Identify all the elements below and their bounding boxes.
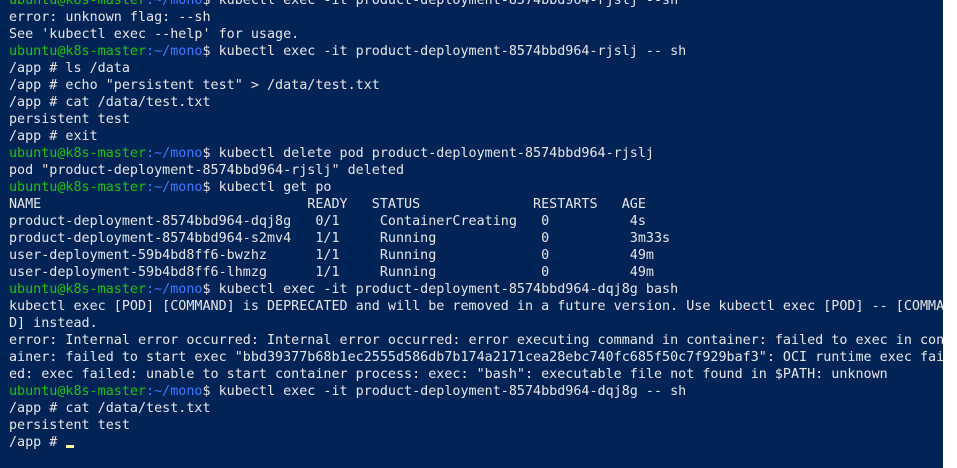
output-line: /app # echo "persistent test" > /data/te… — [9, 77, 943, 94]
output-text: product-deployment-8574bbd964-dqj8g 0/1 … — [9, 214, 646, 229]
output-line: D] instead. — [9, 315, 943, 332]
terminal-output[interactable]: ubuntu@k8s-master:~/mono$ kubectl exec -… — [9, 0, 943, 451]
output-text: user-deployment-59b4bd8ff6-bwzhz 1/1 Run… — [9, 248, 654, 263]
output-text: /app # exit — [9, 129, 98, 144]
prompt-path: :~/mono — [146, 384, 203, 399]
output-text: /app # cat /data/test.txt — [9, 95, 211, 110]
output-line: /app # ls /data — [9, 60, 943, 77]
prompt-path: :~/mono — [146, 146, 203, 161]
prompt-path: :~/mono — [146, 0, 203, 8]
prompt-line: ubuntu@k8s-master:~/mono$ kubectl exec -… — [9, 281, 943, 298]
text-cursor — [66, 445, 75, 448]
vertical-scrollbar[interactable] — [943, 0, 957, 468]
shell-prompt: /app # — [9, 435, 66, 450]
active-input-line[interactable]: /app # — [9, 434, 943, 451]
output-line: persistent test — [9, 111, 943, 128]
output-text: product-deployment-8574bbd964-s2mv4 1/1 … — [9, 231, 671, 246]
output-text: persistent test — [9, 418, 130, 433]
prompt-path: :~/mono — [146, 180, 203, 195]
output-text: /app # ls /data — [9, 61, 130, 76]
output-line: pod "product-deployment-8574bbd964-rjslj… — [9, 162, 943, 179]
output-line: /app # cat /data/test.txt — [9, 94, 943, 111]
output-text: error: Internal error occurred: Internal… — [9, 333, 943, 348]
prompt-command: $ kubectl exec -it product-deployment-85… — [202, 44, 687, 59]
output-line: ed: exec failed: unable to start contain… — [9, 366, 943, 383]
output-line: See 'kubectl exec --help' for usage. — [9, 26, 943, 43]
prompt-line: ubuntu@k8s-master:~/mono$ kubectl delete… — [9, 145, 943, 162]
prompt-command: $ kubectl exec -it product-deployment-85… — [202, 384, 687, 399]
output-text: user-deployment-59b4bd8ff6-lhmzg 1/1 Run… — [9, 265, 654, 280]
scrollbar-thumb[interactable] — [944, 0, 956, 310]
prompt-line: ubuntu@k8s-master:~/mono$ kubectl get po — [9, 179, 943, 196]
output-text: /app # cat /data/test.txt — [9, 401, 211, 416]
prompt-user-host: ubuntu@k8s-master — [9, 180, 147, 195]
prompt-command: $ kubectl exec -it product-deployment-85… — [202, 0, 679, 8]
output-text: NAME READY STATUS RESTARTS AGE — [9, 197, 646, 212]
prompt-line: ubuntu@k8s-master:~/mono$ kubectl exec -… — [9, 383, 943, 400]
prompt-command: $ kubectl exec -it product-deployment-85… — [202, 282, 679, 297]
output-text: /app # echo "persistent test" > /data/te… — [9, 78, 380, 93]
prompt-user-host: ubuntu@k8s-master — [9, 384, 147, 399]
prompt-user-host: ubuntu@k8s-master — [9, 0, 147, 8]
output-line: error: unknown flag: --sh — [9, 9, 943, 26]
prompt-line: ubuntu@k8s-master:~/mono$ kubectl exec -… — [9, 0, 943, 9]
prompt-command: $ kubectl get po — [202, 180, 332, 195]
prompt-path: :~/mono — [146, 44, 203, 59]
prompt-line: ubuntu@k8s-master:~/mono$ kubectl exec -… — [9, 43, 943, 60]
output-text: kubectl exec [POD] [COMMAND] is DEPRECAT… — [9, 299, 943, 314]
prompt-user-host: ubuntu@k8s-master — [9, 44, 147, 59]
output-line: ainer: failed to start exec "bbd39377b68… — [9, 349, 943, 366]
output-line: product-deployment-8574bbd964-s2mv4 1/1 … — [9, 230, 943, 247]
output-line: kubectl exec [POD] [COMMAND] is DEPRECAT… — [9, 298, 943, 315]
output-text: See 'kubectl exec --help' for usage. — [9, 27, 300, 42]
output-line: product-deployment-8574bbd964-dqj8g 0/1 … — [9, 213, 943, 230]
output-text: D] instead. — [9, 316, 98, 331]
prompt-command: $ kubectl delete pod product-deployment-… — [202, 146, 654, 161]
output-line: /app # cat /data/test.txt — [9, 400, 943, 417]
output-text: error: unknown flag: --sh — [9, 10, 211, 25]
output-line: persistent test — [9, 417, 943, 434]
output-line: error: Internal error occurred: Internal… — [9, 332, 943, 349]
output-text: persistent test — [9, 112, 130, 127]
output-line: user-deployment-59b4bd8ff6-bwzhz 1/1 Run… — [9, 247, 943, 264]
output-text: ed: exec failed: unable to start contain… — [9, 367, 888, 382]
prompt-path: :~/mono — [146, 282, 203, 297]
output-text: pod "product-deployment-8574bbd964-rjslj… — [9, 163, 405, 178]
output-line: NAME READY STATUS RESTARTS AGE — [9, 196, 943, 213]
output-line: user-deployment-59b4bd8ff6-lhmzg 1/1 Run… — [9, 264, 943, 281]
terminal-window[interactable]: ubuntu@k8s-master:~/mono$ kubectl exec -… — [0, 0, 957, 468]
output-text: ainer: failed to start exec "bbd39377b68… — [9, 350, 943, 365]
prompt-user-host: ubuntu@k8s-master — [9, 282, 147, 297]
prompt-user-host: ubuntu@k8s-master — [9, 146, 147, 161]
output-line: /app # exit — [9, 128, 943, 145]
